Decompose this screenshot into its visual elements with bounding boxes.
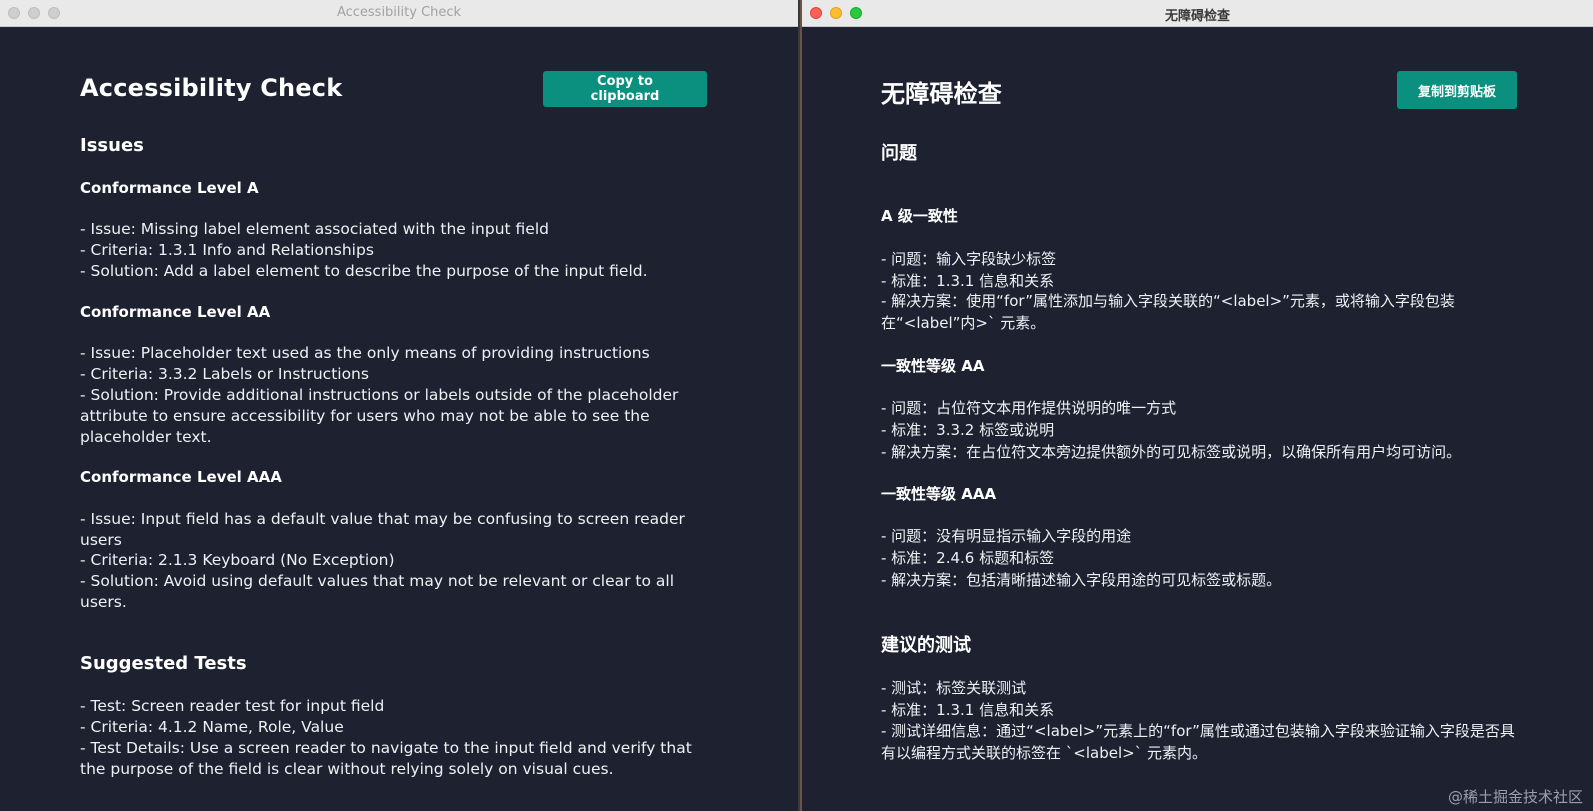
level-a-heading: A 级一致性 <box>881 207 958 225</box>
level-a-solution: - 解决方案：使用“for”属性添加与输入字段关联的“<label>”元素，或将… <box>881 292 1455 332</box>
issues-heading: Issues <box>80 135 144 156</box>
level-aa-heading: Conformance Level AA <box>80 303 271 321</box>
level-aaa-issue: - 问题：没有明显指示输入字段的用途 <box>881 527 1132 545</box>
page-title: 无障碍检查 <box>881 80 1002 108</box>
watermark: @稀土掘金技术社区 <box>1447 788 1583 806</box>
level-aaa-criteria: - 标准：2.4.6 标题和标签 <box>881 549 1055 567</box>
test-name: - 测试：标签关联测试 <box>881 679 1027 697</box>
issues-heading: 问题 <box>881 143 917 164</box>
level-aaa-solution: - 解决方案：包括清晰描述输入字段用途的可见标签或标题。 <box>881 571 1282 589</box>
level-aa-solution: - Solution: Provide additional instructi… <box>80 386 679 446</box>
level-aa-heading: 一致性等级 AA <box>881 357 985 375</box>
test-details: - 测试详细信息：通过“<label>”元素上的“for”属性或通过包装输入字段… <box>881 722 1515 762</box>
copy-to-clipboard-button[interactable]: 复制到剪贴板 <box>1397 71 1517 109</box>
accessibility-check-window-zh: 无障碍检查 无障碍检查 复制到剪贴板 问题 A 级一致性 - 问题：输入字段缺少… <box>802 0 1593 811</box>
level-aa-criteria: - 标准：3.3.2 标签或说明 <box>881 421 1055 439</box>
level-aaa-solution: - Solution: Avoid using default values t… <box>80 572 675 611</box>
copy-to-clipboard-button[interactable]: Copy to clipboard <box>543 71 707 107</box>
level-aaa-criteria: - Criteria: 2.1.3 Keyboard (No Exception… <box>80 551 395 569</box>
level-a-criteria: - Criteria: 1.3.1 Info and Relationships <box>80 241 374 259</box>
level-aa-issue: - Issue: Placeholder text used as the on… <box>80 344 650 362</box>
level-aaa-heading: Conformance Level AAA <box>80 468 282 486</box>
level-a-criteria: - 标准：1.3.1 信息和关系 <box>881 272 1055 290</box>
desktop: Accessibility Check Accessibility Check … <box>0 0 1593 811</box>
titlebar[interactable]: Accessibility Check <box>0 0 798 27</box>
level-aaa-issue: - Issue: Input field has a default value… <box>80 510 685 549</box>
test-name: - Test: Screen reader test for input fie… <box>80 697 385 715</box>
test-details: - Test Details: Use a screen reader to n… <box>80 739 692 778</box>
accessibility-check-window-en: Accessibility Check Accessibility Check … <box>0 0 800 811</box>
window-title: Accessibility Check <box>336 5 462 20</box>
window-title: 无障碍检查 <box>1164 9 1230 24</box>
content-area: Accessibility Check Copy to clipboard Is… <box>0 27 798 811</box>
suggested-tests-heading: Suggested Tests <box>80 653 247 674</box>
test-criteria: - 标准：1.3.1 信息和关系 <box>881 701 1055 719</box>
level-a-issue: - 问题：输入字段缺少标签 <box>881 250 1057 268</box>
level-aa-issue: - 问题：占位符文本用作提供说明的唯一方式 <box>881 399 1177 417</box>
level-a-heading: Conformance Level A <box>80 179 259 197</box>
level-a-issue: - Issue: Missing label element associate… <box>80 220 549 238</box>
level-a-solution: - Solution: Add a label element to descr… <box>80 262 648 280</box>
level-aaa-heading: 一致性等级 AAA <box>881 485 997 503</box>
content-area: 无障碍检查 复制到剪贴板 问题 A 级一致性 - 问题：输入字段缺少标签 - 标… <box>802 27 1593 811</box>
level-aa-solution: - 解决方案：在占位符文本旁边提供额外的可见标签或说明，以确保所有用户均可访问。 <box>881 443 1462 461</box>
test-criteria: - Criteria: 4.1.2 Name, Role, Value <box>80 718 344 736</box>
level-aa-criteria: - Criteria: 3.3.2 Labels or Instructions <box>80 365 369 383</box>
suggested-tests-heading: 建议的测试 <box>881 635 971 656</box>
titlebar[interactable]: 无障碍检查 <box>802 0 1593 27</box>
page-title: Accessibility Check <box>80 74 343 102</box>
